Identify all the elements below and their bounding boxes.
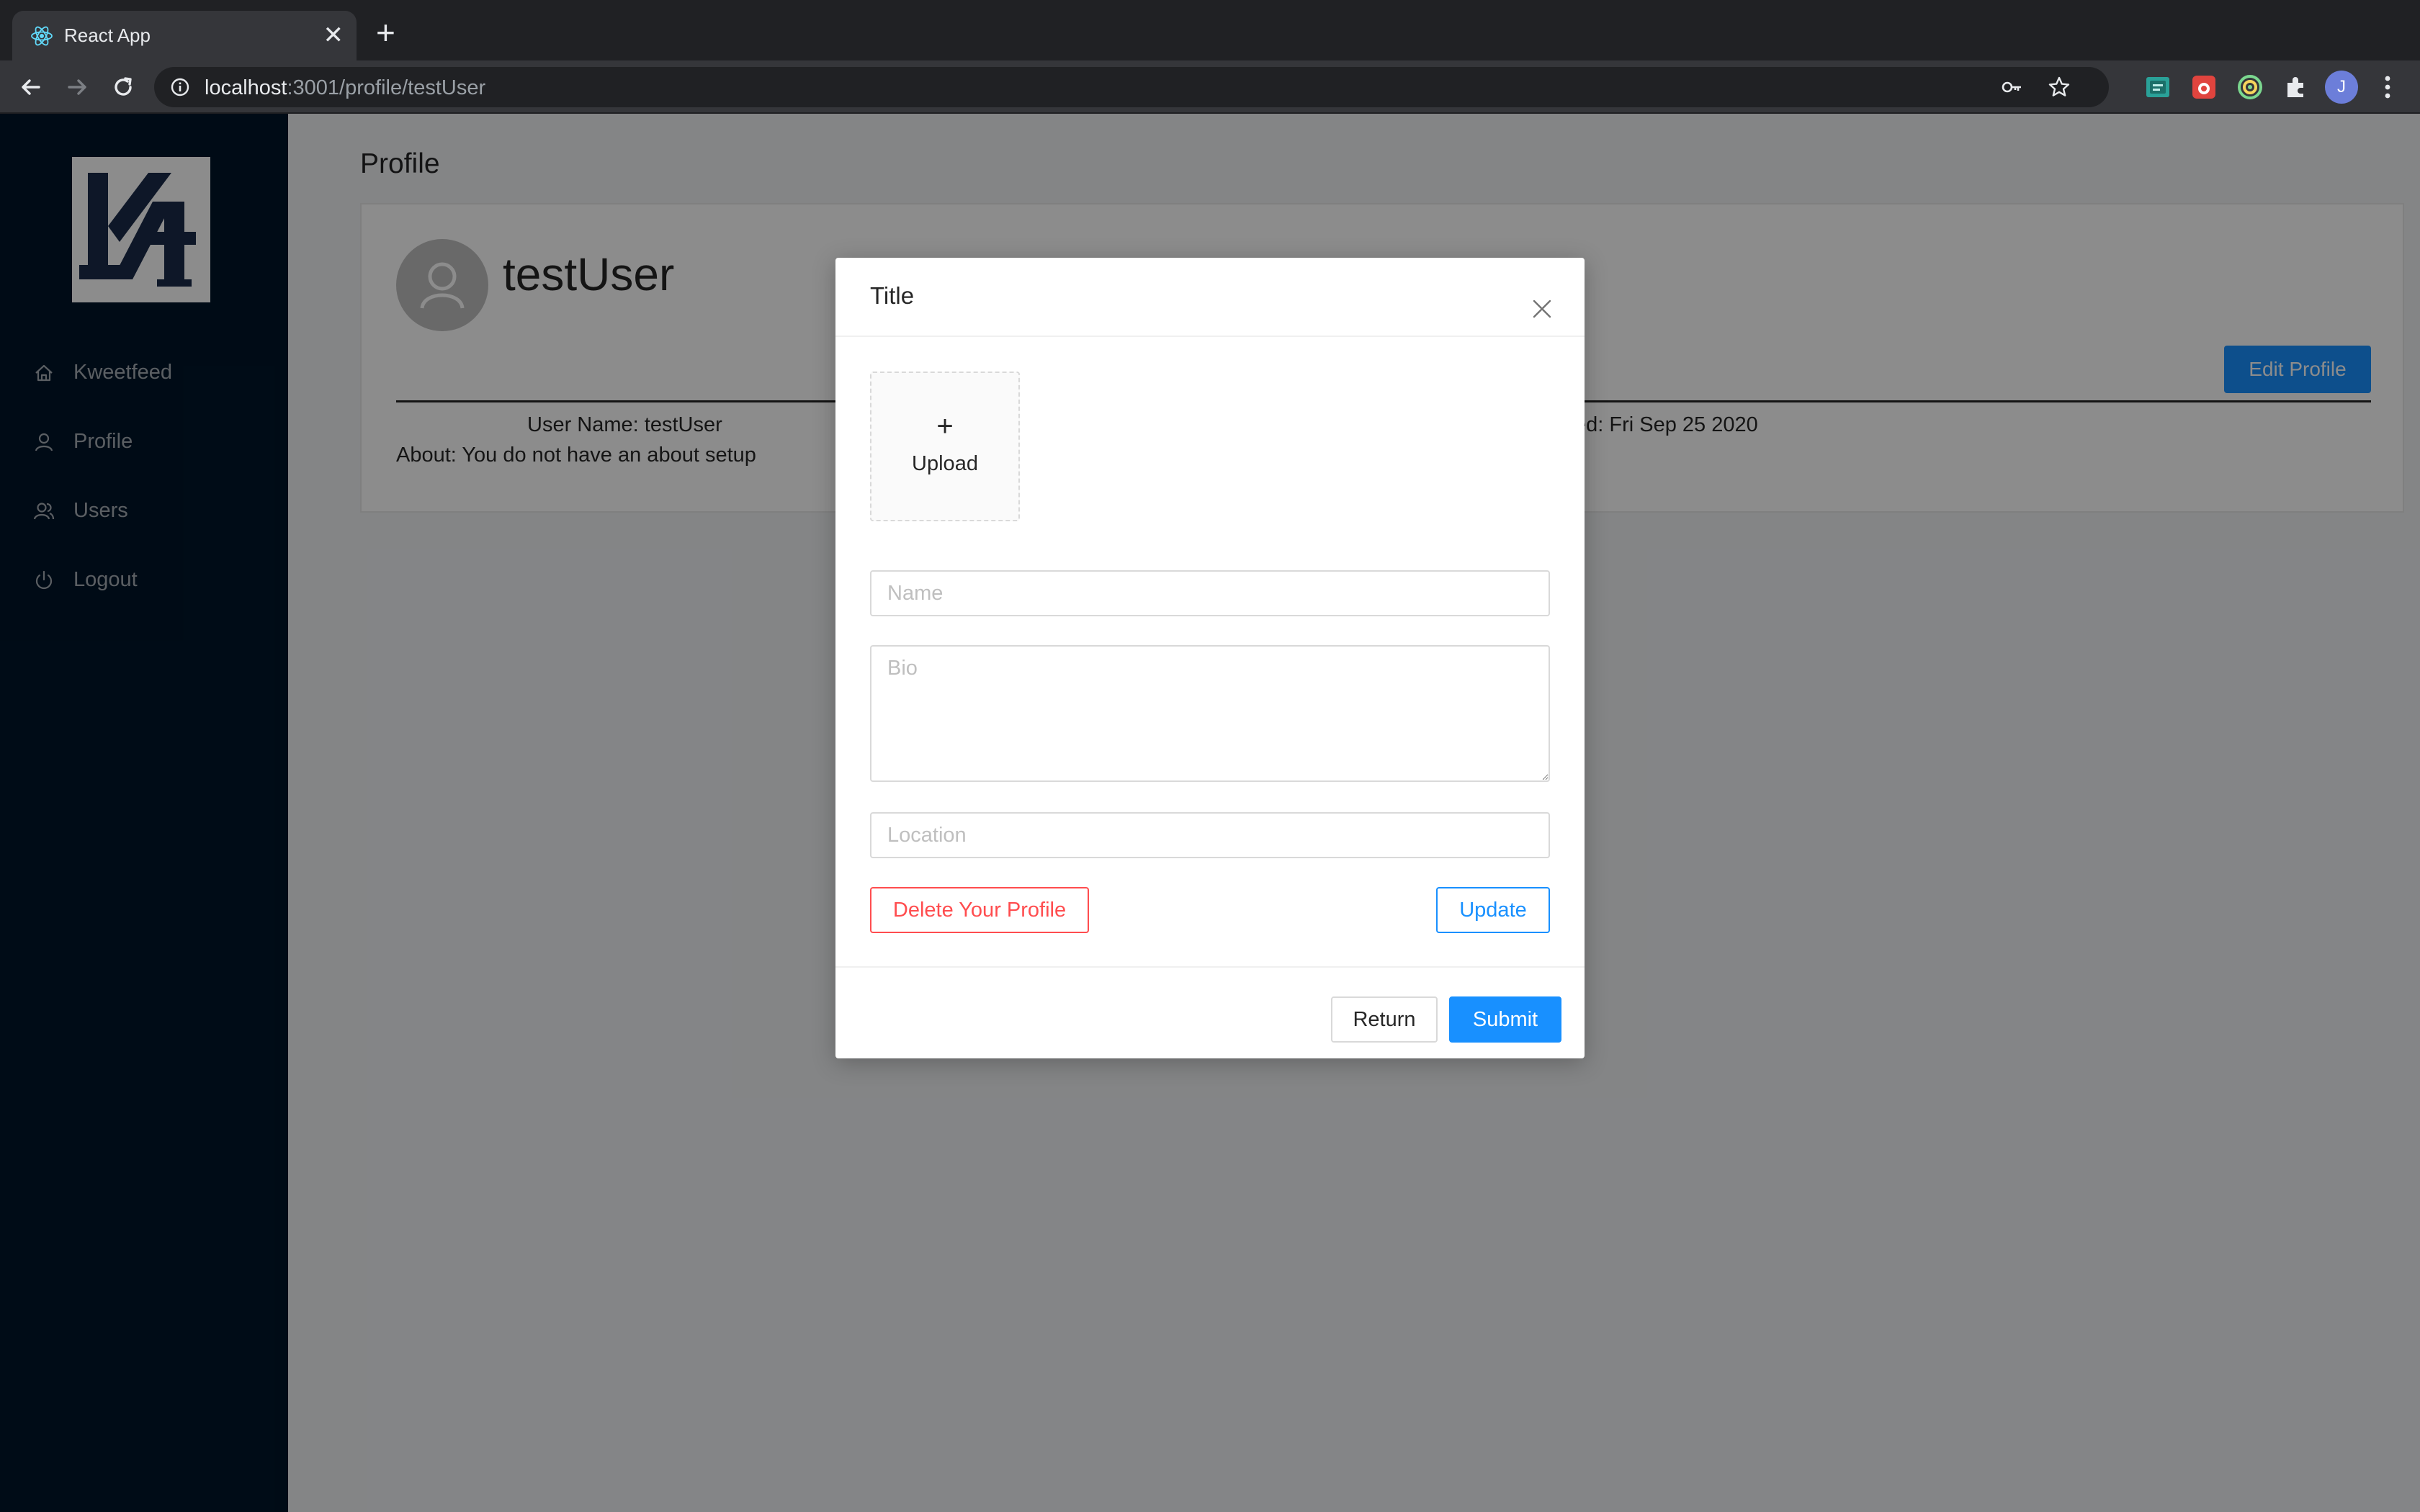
browser-tab[interactable]: React App ✕ [12,11,357,60]
close-icon[interactable] [1530,297,1554,321]
name-input[interactable] [870,570,1550,616]
extension-target-icon[interactable] [2236,73,2264,102]
upload-label: Upload [912,452,978,475]
delete-profile-button[interactable]: Delete Your Profile [870,887,1089,933]
tab-title: React App [64,24,151,46]
url-host: localhost [205,76,287,99]
modal-title: Title [870,282,915,309]
modal-header: Title [835,258,1585,337]
update-button[interactable]: Update [1436,887,1550,933]
upload-button[interactable]: + Upload [870,372,1020,521]
reload-icon[interactable] [108,72,138,102]
browser-tabstrip: React App ✕ + [0,0,2420,60]
forward-arrow-icon[interactable] [62,72,92,102]
url-text: localhost:3001/profile/testUser [205,76,485,100]
browser-profile-avatar[interactable]: J [2325,71,2358,104]
location-input[interactable] [870,812,1550,858]
address-bar[interactable]: localhost:3001/profile/testUser [154,67,2109,107]
extension-red-icon[interactable] [2190,73,2218,102]
return-button[interactable]: Return [1331,996,1438,1043]
key-icon[interactable] [2001,77,2022,97]
new-tab-button[interactable]: + [376,16,395,49]
plus-icon: + [936,410,954,442]
react-icon [31,26,53,46]
edit-profile-modal: Title + Upload Delete Your Profile Updat… [835,258,1585,1058]
browser-menu-icon[interactable] [2377,71,2398,104]
modal-footer: Return Submit [835,966,1585,1058]
browser-toolbar: localhost:3001/profile/testUser J [0,60,2420,114]
url-path: :3001/profile/testUser [287,76,486,99]
bio-textarea[interactable] [870,645,1550,782]
tab-close-icon[interactable]: ✕ [323,21,344,50]
submit-button[interactable]: Submit [1449,996,1561,1043]
extension-cs-icon[interactable] [2143,73,2172,102]
extensions-puzzle-icon[interactable] [2282,73,2311,102]
site-info-icon[interactable] [170,77,190,97]
bookmark-star-icon[interactable] [2047,75,2071,99]
back-arrow-icon[interactable] [16,72,46,102]
